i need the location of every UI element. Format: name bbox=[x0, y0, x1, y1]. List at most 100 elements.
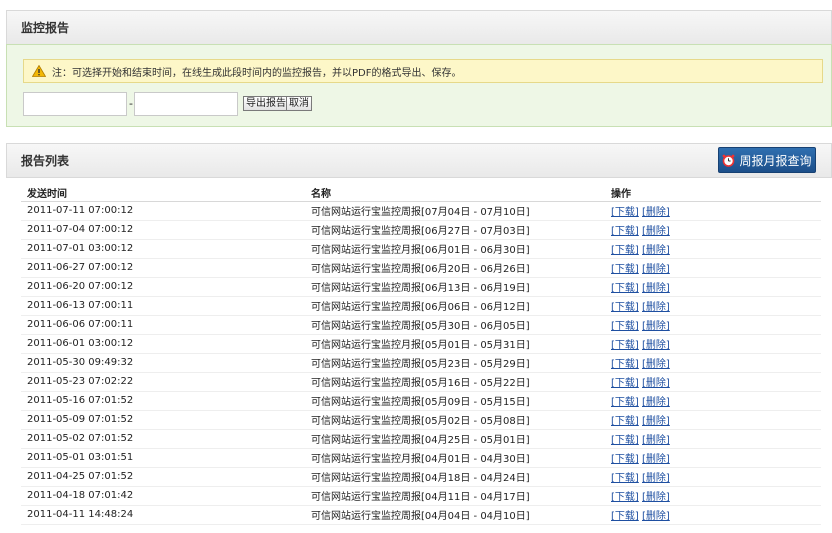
delete-link[interactable]: [删除] bbox=[642, 207, 670, 218]
delete-link[interactable]: [删除] bbox=[642, 492, 670, 503]
monitor-report-panel: 注：可选择开始和结束时间，在线生成此段时间内的监控报告，并以PDF的格式导出、保… bbox=[6, 44, 832, 127]
table-row: 2011-04-18 07:01:42 可信网站运行宝监控周报[04月11日 - … bbox=[21, 486, 821, 506]
report-name-cell: 可信网站运行宝监控月报[05月01日 - 05月31日] bbox=[305, 334, 605, 354]
notice-box: 注：可选择开始和结束时间，在线生成此段时间内的监控报告，并以PDF的格式导出、保… bbox=[23, 59, 823, 83]
delete-link[interactable]: [删除] bbox=[642, 245, 670, 256]
report-name-cell: 可信网站运行宝监控周报[05月30日 - 06月05日] bbox=[305, 315, 605, 335]
actions-cell: [下载] [删除] bbox=[605, 277, 821, 297]
delete-link[interactable]: [删除] bbox=[642, 359, 670, 370]
delete-link[interactable]: [删除] bbox=[642, 340, 670, 351]
delete-link[interactable]: [删除] bbox=[642, 302, 670, 313]
report-name-cell: 可信网站运行宝监控周报[05月09日 - 05月15日] bbox=[305, 391, 605, 411]
delete-link[interactable]: [删除] bbox=[642, 454, 670, 465]
notice-text: 注：可选择开始和结束时间，在线生成此段时间内的监控报告，并以PDF的格式导出、保… bbox=[52, 67, 462, 79]
actions-cell: [下载] [删除] bbox=[605, 353, 821, 373]
delete-link[interactable]: [删除] bbox=[642, 397, 670, 408]
table-row: 2011-07-11 07:00:12 可信网站运行宝监控周报[07月04日 - … bbox=[21, 201, 821, 221]
download-link[interactable]: [下载] bbox=[611, 359, 639, 370]
download-link[interactable]: [下载] bbox=[611, 283, 639, 294]
send-time-cell: 2011-05-01 03:01:51 bbox=[21, 448, 305, 468]
download-link[interactable]: [下载] bbox=[611, 245, 639, 256]
report-name-cell: 可信网站运行宝监控周报[05月02日 - 05月08日] bbox=[305, 410, 605, 430]
column-actions: 操作 bbox=[605, 185, 821, 202]
send-time-cell: 2011-06-20 07:00:12 bbox=[21, 277, 305, 297]
send-time-cell: 2011-06-06 07:00:11 bbox=[21, 315, 305, 335]
start-date-input[interactable] bbox=[23, 92, 127, 116]
report-name-cell: 可信网站运行宝监控周报[05月16日 - 05月22日] bbox=[305, 372, 605, 392]
send-time-cell: 2011-06-27 07:00:12 bbox=[21, 258, 305, 278]
export-report-button[interactable]: 导出报告 bbox=[243, 96, 289, 111]
actions-cell: [下载] [删除] bbox=[605, 220, 821, 240]
download-link[interactable]: [下载] bbox=[611, 321, 639, 332]
report-name-cell: 可信网站运行宝监控周报[04月11日 - 04月17日] bbox=[305, 486, 605, 506]
table-row: 2011-05-02 07:01:52 可信网站运行宝监控周报[04月25日 - … bbox=[21, 429, 821, 449]
report-list-header: 报告列表 bbox=[6, 143, 832, 178]
download-link[interactable]: [下载] bbox=[611, 378, 639, 389]
table-row: 2011-07-01 03:00:12 可信网站运行宝监控月报[06月01日 - … bbox=[21, 239, 821, 259]
download-link[interactable]: [下载] bbox=[611, 511, 639, 522]
report-name-cell: 可信网站运行宝监控月报[04月01日 - 04月30日] bbox=[305, 448, 605, 468]
send-time-cell: 2011-04-25 07:01:52 bbox=[21, 467, 305, 487]
alarm-clock-icon bbox=[723, 154, 735, 167]
download-link[interactable]: [下载] bbox=[611, 340, 639, 351]
delete-link[interactable]: [删除] bbox=[642, 321, 670, 332]
weekly-monthly-label: 周报月报查询 bbox=[739, 153, 812, 168]
table-row: 2011-05-23 07:02:22 可信网站运行宝监控周报[05月16日 - … bbox=[21, 372, 821, 392]
actions-cell: [下载] [删除] bbox=[605, 429, 821, 449]
table-row: 2011-05-01 03:01:51 可信网站运行宝监控月报[04月01日 - … bbox=[21, 448, 821, 468]
column-name: 名称 bbox=[305, 185, 605, 202]
table-row: 2011-05-09 07:01:52 可信网站运行宝监控周报[05月02日 - … bbox=[21, 410, 821, 430]
delete-link[interactable]: [删除] bbox=[642, 378, 670, 389]
send-time-cell: 2011-07-01 03:00:12 bbox=[21, 239, 305, 259]
table-row: 2011-06-13 07:00:11 可信网站运行宝监控周报[06月06日 - … bbox=[21, 296, 821, 316]
send-time-cell: 2011-06-01 03:00:12 bbox=[21, 334, 305, 354]
download-link[interactable]: [下载] bbox=[611, 302, 639, 313]
send-time-cell: 2011-05-30 09:49:32 bbox=[21, 353, 305, 373]
report-name-cell: 可信网站运行宝监控周报[04月18日 - 04月24日] bbox=[305, 467, 605, 487]
send-time-cell: 2011-05-09 07:01:52 bbox=[21, 410, 305, 430]
weekly-monthly-query-button[interactable]: 周报月报查询 bbox=[718, 147, 816, 173]
download-link[interactable]: [下载] bbox=[611, 226, 639, 237]
actions-cell: [下载] [删除] bbox=[605, 486, 821, 506]
table-row: 2011-07-04 07:00:12 可信网站运行宝监控周报[06月27日 - … bbox=[21, 220, 821, 240]
actions-cell: [下载] [删除] bbox=[605, 315, 821, 335]
date-separator: - bbox=[129, 97, 133, 110]
actions-cell: [下载] [删除] bbox=[605, 258, 821, 278]
table-row: 2011-06-06 07:00:11 可信网站运行宝监控周报[05月30日 - … bbox=[21, 315, 821, 335]
actions-cell: [下载] [删除] bbox=[605, 239, 821, 259]
delete-link[interactable]: [删除] bbox=[642, 226, 670, 237]
report-name-cell: 可信网站运行宝监控周报[06月13日 - 06月19日] bbox=[305, 277, 605, 297]
actions-cell: [下载] [删除] bbox=[605, 334, 821, 354]
monitor-report-header: 监控报告 bbox=[6, 10, 832, 45]
table-row: 2011-06-01 03:00:12 可信网站运行宝监控月报[05月01日 - … bbox=[21, 334, 821, 354]
report-name-cell: 可信网站运行宝监控周报[07月04日 - 07月10日] bbox=[305, 201, 605, 221]
actions-cell: [下载] [删除] bbox=[605, 391, 821, 411]
report-name-cell: 可信网站运行宝监控周报[06月06日 - 06月12日] bbox=[305, 296, 605, 316]
report-name-cell: 可信网站运行宝监控周报[06月20日 - 06月26日] bbox=[305, 258, 605, 278]
delete-link[interactable]: [删除] bbox=[642, 473, 670, 484]
cancel-button[interactable]: 取消 bbox=[286, 96, 312, 111]
download-link[interactable]: [下载] bbox=[611, 454, 639, 465]
download-link[interactable]: [下载] bbox=[611, 492, 639, 503]
send-time-cell: 2011-04-11 14:48:24 bbox=[21, 505, 305, 525]
delete-link[interactable]: [删除] bbox=[642, 511, 670, 522]
download-link[interactable]: [下载] bbox=[611, 416, 639, 427]
download-link[interactable]: [下载] bbox=[611, 435, 639, 446]
delete-link[interactable]: [删除] bbox=[642, 416, 670, 427]
download-link[interactable]: [下载] bbox=[611, 397, 639, 408]
download-link[interactable]: [下载] bbox=[611, 473, 639, 484]
column-send-time: 发送时间 bbox=[21, 185, 305, 202]
end-date-input[interactable] bbox=[134, 92, 238, 116]
delete-link[interactable]: [删除] bbox=[642, 435, 670, 446]
table-row: 2011-06-20 07:00:12 可信网站运行宝监控周报[06月13日 - … bbox=[21, 277, 821, 297]
download-link[interactable]: [下载] bbox=[611, 207, 639, 218]
send-time-cell: 2011-06-13 07:00:11 bbox=[21, 296, 305, 316]
actions-cell: [下载] [删除] bbox=[605, 410, 821, 430]
report-name-cell: 可信网站运行宝监控周报[05月23日 - 05月29日] bbox=[305, 353, 605, 373]
delete-link[interactable]: [删除] bbox=[642, 264, 670, 275]
report-name-cell: 可信网站运行宝监控周报[04月25日 - 05月01日] bbox=[305, 429, 605, 449]
actions-cell: [下载] [删除] bbox=[605, 505, 821, 525]
delete-link[interactable]: [删除] bbox=[642, 283, 670, 294]
download-link[interactable]: [下载] bbox=[611, 264, 639, 275]
actions-cell: [下载] [删除] bbox=[605, 201, 821, 221]
